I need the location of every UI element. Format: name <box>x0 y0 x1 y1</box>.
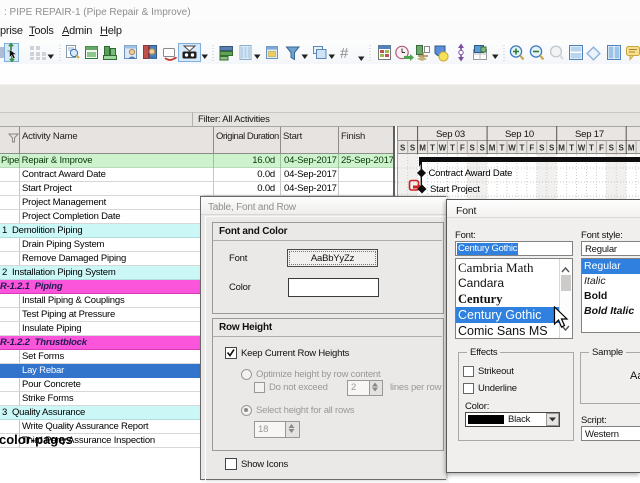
svg-text:W: W <box>578 144 586 153</box>
svg-text:M: M <box>628 144 635 153</box>
svg-text:M: M <box>419 144 426 153</box>
svg-text:S: S <box>470 144 476 153</box>
svg-text:S: S <box>410 144 416 153</box>
svg-text:W: W <box>439 144 447 153</box>
svg-text:S: S <box>549 144 555 153</box>
svg-text:T: T <box>450 144 455 153</box>
svg-text:F: F <box>460 144 465 153</box>
svg-text:S: S <box>539 144 545 153</box>
svg-text:W: W <box>508 144 516 153</box>
svg-text:T: T <box>519 144 524 153</box>
svg-text:Start Project: Start Project <box>430 184 480 195</box>
svg-text:S: S <box>400 144 406 153</box>
svg-text:S: S <box>609 144 615 153</box>
svg-text:S: S <box>619 144 625 153</box>
svg-text:T: T <box>500 144 505 153</box>
svg-text:S: S <box>480 144 486 153</box>
svg-text:T: T <box>589 144 594 153</box>
svg-text:M: M <box>558 144 565 153</box>
svg-text:T: T <box>430 144 435 153</box>
svg-text:F: F <box>599 144 604 153</box>
svg-text:F: F <box>529 144 534 153</box>
svg-text:M: M <box>489 144 496 153</box>
svg-text:Contract Award Date: Contract Award Date <box>429 168 513 179</box>
svg-text:T: T <box>569 144 574 153</box>
svg-text:#: # <box>340 45 349 62</box>
